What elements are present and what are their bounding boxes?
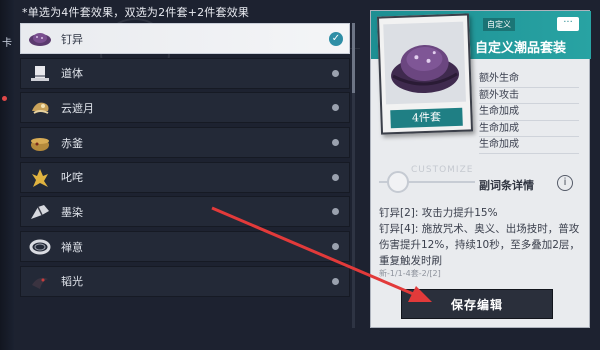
set-row-daoti[interactable]: 道体 [20,57,350,89]
left-edge-bar: 卡 [0,0,14,350]
unselected-dot [332,243,339,251]
unselected-dot [332,104,339,112]
side-tab-label[interactable]: 卡 [2,34,12,49]
red-cauldron-icon [27,130,53,156]
slider-knob[interactable] [387,171,409,193]
card-label: 4件套 [390,107,463,129]
stat-item: 额外攻击 [479,88,579,104]
set-detail-panel: 自定义 ··· 自定义潮品套装 4件套 额外生命 额外攻击 生命加成 生命加成 … [370,10,591,328]
stat-list: 额外生命 额外攻击 生命加成 生命加成 生命加成 [479,71,579,154]
unselected-dot [332,208,339,216]
effect-footnote: 新-1/1-4套-2/[2] [379,269,441,278]
unselected-dot [332,173,339,181]
effect-2pc: 钉异[2]: 攻击力提升15% [379,207,498,219]
set-row-chifu[interactable]: 赤釜 [20,127,350,159]
ghost-text: CUSTOMIZE [411,165,474,175]
set-name: 道体 [61,67,83,81]
notification-dot [2,96,7,101]
unselected-dot [332,277,339,285]
set-row-chizha[interactable]: 叱咤 [20,161,350,193]
set-name: 禅意 [61,240,83,254]
set-name: 赤釜 [61,136,83,150]
info-icon[interactable]: i [557,175,573,191]
stat-item: 生命加成 [479,104,579,121]
custom-tag: 自定义 [483,18,515,31]
list-scrollbar[interactable] [352,23,355,328]
cloud-moon-icon [27,95,53,121]
set-row-moran[interactable]: 墨染 [20,196,350,228]
flame-icon [27,165,53,191]
slider-area: CUSTOMIZE 副词条详情 i [371,163,591,199]
purple-hat-icon [27,26,53,52]
set-row-chanyi[interactable]: 禅意 [20,231,350,263]
stat-item: 生命加成 [479,137,579,154]
dark-bird-icon [27,269,53,295]
top-hat-icon [27,61,53,87]
check-icon: ✓ [329,31,343,46]
set-row-yunzheyue[interactable]: 云遮月 [20,92,350,124]
more-options-button[interactable]: ··· [557,17,579,31]
set-row-taoguang[interactable]: 韬光 [20,265,350,297]
set-name: 云遮月 [61,101,94,115]
set-card[interactable]: 4件套 [376,13,474,135]
set-name: 钉异 [61,32,83,46]
effect-4pc: 钉异[4]: 施放咒术、奥义、出场技时，普攻伤害提升12%，持续10秒，至多叠加… [379,223,580,267]
set-name: 韬光 [61,275,83,289]
set-name: 叱咤 [61,171,83,185]
stat-item: 额外生命 [479,71,579,88]
stat-item: 生命加成 [479,121,579,137]
ring-icon [27,234,53,260]
unselected-dot [332,139,339,147]
set-name: 墨染 [61,205,83,219]
selection-hint: *单选为4件套效果，双选为2件套+2件套效果 [22,6,250,19]
set-list: 钉异 ✓ 道体 云遮月 赤釜 叱咤 墨染 禅意 韬光 [20,23,350,301]
purple-hat-icon [383,21,466,105]
set-title: 自定义潮品套装 [475,41,567,56]
save-edit-button[interactable]: 保存编辑 [401,289,553,319]
unselected-dot [332,69,339,77]
set-effects: 钉异[2]: 攻击力提升15% 钉异[4]: 施放咒术、奥义、出场技时，普攻伤害… [379,205,585,279]
set-row-dingyi[interactable]: 钉异 ✓ [20,23,350,54]
ink-brush-icon [27,199,53,225]
substat-detail-label: 副词条详情 [479,179,534,192]
scroll-thumb[interactable] [352,23,355,93]
